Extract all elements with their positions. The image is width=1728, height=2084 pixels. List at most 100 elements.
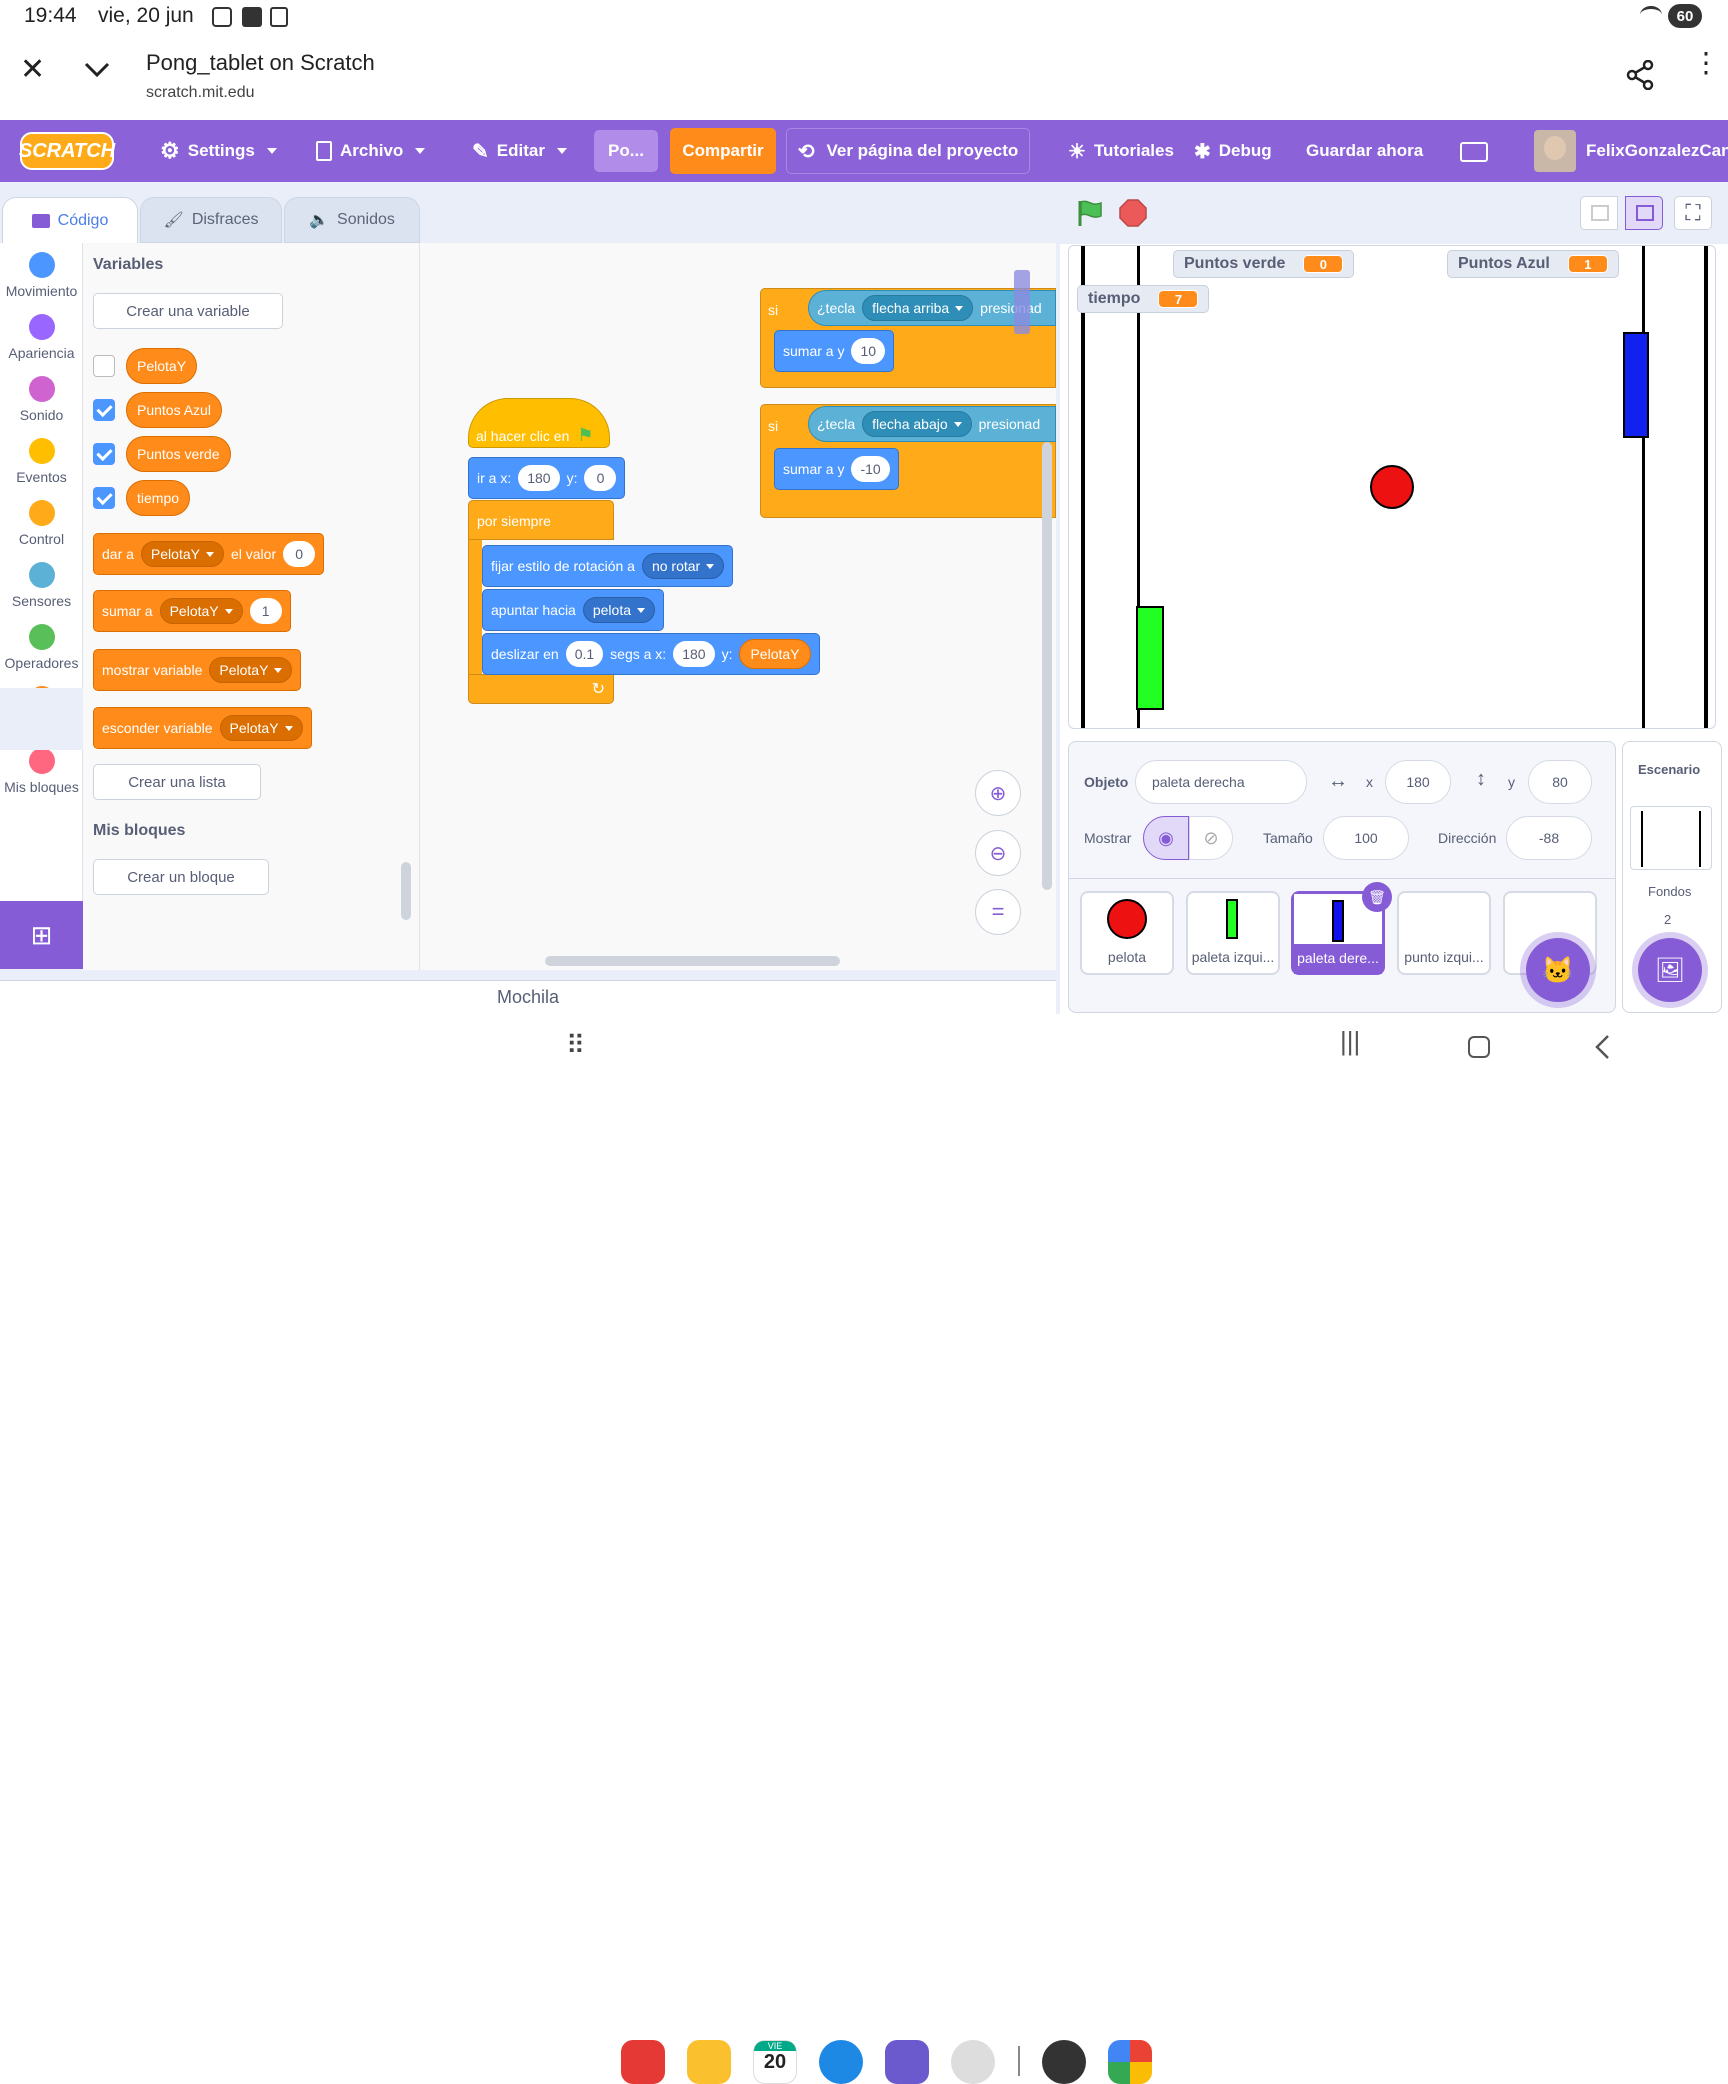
backpack[interactable]: Mochila xyxy=(0,980,1056,1014)
category-mis-bloques[interactable]: Mis bloques xyxy=(0,748,83,795)
key-pressed-block-down[interactable]: ¿tecla flecha abajo presionad xyxy=(808,406,1056,442)
x-input[interactable]: 180 xyxy=(518,465,560,491)
script-hscrollbar[interactable] xyxy=(545,956,840,966)
variable-reporter[interactable]: PelotaY xyxy=(739,639,811,669)
variable-checkbox[interactable] xyxy=(93,443,115,465)
set-rotation-style-block[interactable]: fijar estilo de rotación a no rotar xyxy=(482,545,734,587)
variable-checkbox[interactable] xyxy=(93,399,115,421)
project-page-button[interactable]: ⟲ Ver página del proyecto xyxy=(786,128,1030,174)
category-sonido[interactable]: Sonido xyxy=(0,376,83,423)
palette-scrollbar[interactable] xyxy=(401,862,411,920)
project-title-input[interactable]: Po... xyxy=(594,130,658,172)
settings-app-icon[interactable] xyxy=(1042,2040,1086,2084)
calendar-app-icon[interactable]: VIE 20 xyxy=(753,2040,797,2084)
variable-reporter[interactable]: PelotaY xyxy=(126,348,198,384)
category-eventos[interactable]: Eventos xyxy=(0,438,83,485)
create-list-button[interactable]: Crear una lista xyxy=(93,764,261,800)
stage-canvas[interactable]: Puntos verde 0 Puntos Azul 1 tiempo 7 xyxy=(1068,245,1716,729)
variable-dropdown[interactable]: PelotaY xyxy=(219,715,303,741)
messages-app-icon[interactable] xyxy=(819,2040,863,2084)
hide-variable-block[interactable]: esconder variable PelotaY xyxy=(93,707,312,749)
direction-input[interactable]: -88 xyxy=(1506,816,1592,860)
chevron-down-icon[interactable] xyxy=(84,62,110,78)
tab-costumes[interactable]: 🖌 Disfraces xyxy=(140,197,282,243)
category-control[interactable]: Control xyxy=(0,500,83,547)
delete-sprite-trash-icon[interactable]: 🗑 xyxy=(1362,882,1392,912)
variable-checkbox[interactable] xyxy=(93,487,115,509)
close-icon[interactable]: ✕ xyxy=(20,52,45,87)
home-icon[interactable] xyxy=(1468,1036,1490,1058)
monitor-puntos-azul[interactable]: Puntos Azul 1 xyxy=(1447,250,1619,278)
key-dropdown[interactable]: flecha abajo xyxy=(862,411,972,437)
back-icon[interactable] xyxy=(1594,1034,1610,1060)
camera-app-icon[interactable] xyxy=(951,2040,995,2084)
files-app-icon[interactable] xyxy=(687,2040,731,2084)
y-input[interactable]: 80 xyxy=(1528,760,1592,804)
key-dropdown[interactable]: flecha arriba xyxy=(862,295,974,321)
sprite-thumbnail[interactable]: paleta izqui... xyxy=(1186,891,1280,975)
target-dropdown[interactable]: pelota xyxy=(582,597,655,623)
tab-code[interactable]: Código xyxy=(2,197,138,243)
when-flag-clicked-block[interactable]: al hacer clic en ⚑ xyxy=(476,425,594,446)
change-variable-block[interactable]: sumar a PelotaY 1 xyxy=(93,590,291,632)
sprite-thumbnail[interactable]: pelota xyxy=(1080,891,1174,975)
variable-dropdown[interactable]: PelotaY xyxy=(140,541,224,567)
add-sprite-cat-icon[interactable]: 🐱 xyxy=(1526,938,1590,1002)
notes-app-icon[interactable] xyxy=(621,2040,665,2084)
username[interactable]: FelixGonzalezCanle xyxy=(1586,120,1728,182)
tab-sounds[interactable]: 🔈 Sonidos xyxy=(284,197,420,243)
debug-button[interactable]: ✱ Debug xyxy=(1194,120,1272,182)
script-vscrollbar[interactable] xyxy=(1042,442,1052,890)
settings-menu[interactable]: ⚙ Settings xyxy=(160,120,277,182)
show-sprite-eye-icon[interactable]: ◉ xyxy=(1143,816,1189,860)
value-input[interactable]: -10 xyxy=(851,456,890,482)
variable-reporter[interactable]: Puntos verde xyxy=(126,436,231,472)
sprite-name-input[interactable]: paleta derecha xyxy=(1135,760,1307,804)
variable-dropdown[interactable]: PelotaY xyxy=(209,657,293,683)
backdrop-thumbnail[interactable] xyxy=(1630,806,1712,870)
zoom-out-icon[interactable]: ⊖ xyxy=(975,830,1021,876)
add-backdrop-icon[interactable]: 🖼 xyxy=(1638,938,1702,1002)
category-movimiento[interactable]: Movimiento xyxy=(0,252,83,299)
browser-app-icon[interactable] xyxy=(885,2040,929,2084)
variable-reporter[interactable]: tiempo xyxy=(126,480,191,516)
share-icon[interactable] xyxy=(1626,60,1654,90)
sprite-thumbnail[interactable]: punto izqui... xyxy=(1397,891,1491,975)
value-input[interactable]: 1 xyxy=(249,598,282,624)
category-sensores[interactable]: Sensores xyxy=(0,562,83,609)
recent-apps-icon[interactable]: ||| xyxy=(1340,1026,1360,1057)
variable-reporter[interactable]: Puntos Azul xyxy=(126,392,222,428)
change-y-block-down[interactable]: sumar a y -10 xyxy=(774,448,899,490)
show-variable-block[interactable]: mostrar variable PelotaY xyxy=(93,649,302,691)
monitor-tiempo[interactable]: tiempo 7 xyxy=(1077,285,1210,313)
variable-dropdown[interactable]: PelotaY xyxy=(159,598,243,624)
x-input[interactable]: 180 xyxy=(673,641,715,667)
value-input[interactable]: 0 xyxy=(283,541,316,567)
share-button[interactable]: Compartir xyxy=(670,128,776,174)
hide-sprite-eye-icon[interactable]: ⊘ xyxy=(1189,816,1233,860)
fullscreen-icon[interactable]: ⛶ xyxy=(1674,196,1712,230)
stop-icon[interactable] xyxy=(1118,198,1148,228)
y-input[interactable]: 0 xyxy=(584,465,617,491)
file-menu[interactable]: Archivo xyxy=(316,120,426,182)
create-variable-button[interactable]: Crear una variable xyxy=(93,293,283,329)
size-input[interactable]: 100 xyxy=(1323,816,1409,860)
secs-input[interactable]: 0.1 xyxy=(565,641,604,667)
glide-to-xy-block[interactable]: deslizar en 0.1 segs a x: 180 y: PelotaY xyxy=(482,633,820,675)
zoom-reset-icon[interactable]: = xyxy=(975,889,1021,935)
more-menu-icon[interactable]: ⋮ xyxy=(1692,49,1720,77)
category-apariencia[interactable]: Apariencia xyxy=(0,314,83,361)
green-flag-icon[interactable] xyxy=(1074,198,1104,228)
avatar[interactable] xyxy=(1534,130,1576,172)
tutorials-button[interactable]: ☀ Tutoriales xyxy=(1068,120,1174,182)
normal-stage-button[interactable] xyxy=(1625,196,1663,230)
edit-menu[interactable]: ✎ Editar xyxy=(472,120,567,182)
goto-xy-block[interactable]: ir a x: 180 y: 0 xyxy=(468,457,626,499)
add-extension-button[interactable]: ⊞ xyxy=(0,901,83,969)
my-stuff-folder-icon[interactable] xyxy=(1460,142,1488,162)
zoom-in-icon[interactable]: ⊕ xyxy=(975,770,1021,816)
scratch-logo[interactable]: SCRATCH xyxy=(19,132,115,170)
x-input[interactable]: 180 xyxy=(1385,760,1451,804)
monitor-puntos-verde[interactable]: Puntos verde 0 xyxy=(1173,250,1355,278)
value-input[interactable]: 10 xyxy=(851,338,886,364)
